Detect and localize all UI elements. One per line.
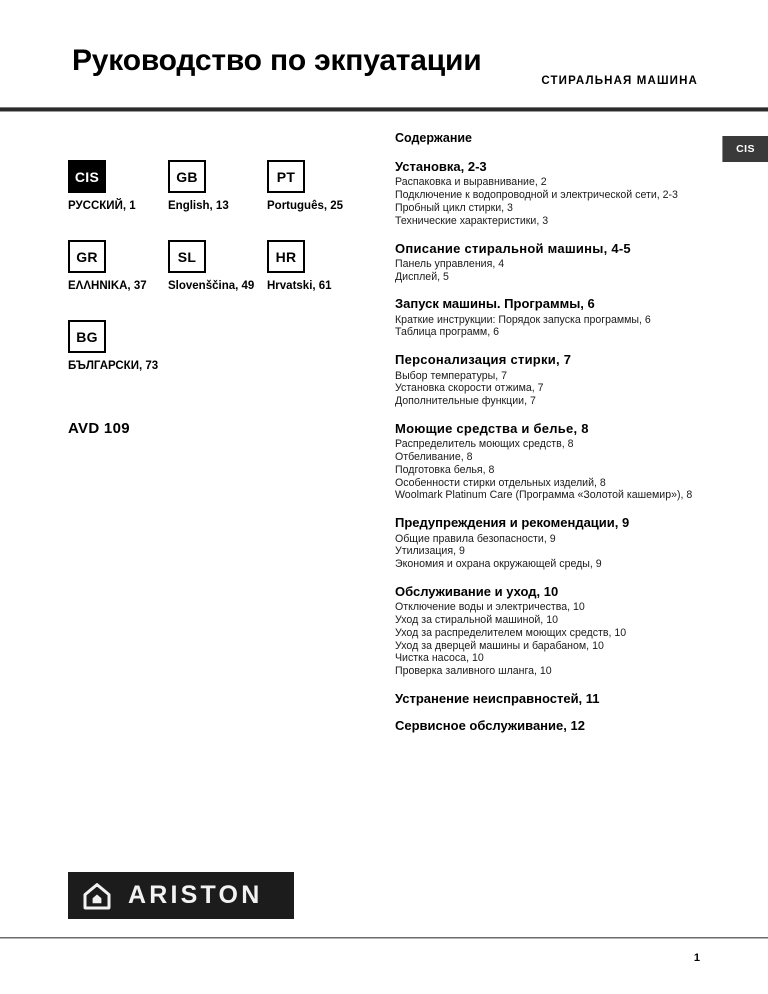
language-list: CIS РУССКИЙ, 1 GB English, 13 PT Portugu…	[68, 160, 378, 400]
toc-section-heading[interactable]: Персонализация стирки, 7	[395, 352, 705, 368]
toc-title: Содержание	[395, 131, 473, 145]
toc-section-heading[interactable]: Сервисное обслуживание, 12	[395, 718, 705, 734]
house-icon	[83, 882, 111, 909]
language-item-gb[interactable]: GB English, 13	[168, 160, 229, 212]
toc-entry[interactable]: Уход за распределителем моющих средств, …	[395, 627, 705, 640]
language-code-badge: HR	[267, 240, 305, 273]
header-divider	[0, 107, 768, 112]
language-item-pt[interactable]: PT Português, 25	[267, 160, 343, 212]
toc-entry[interactable]: Подключение к водопроводной и электричес…	[395, 189, 705, 202]
language-item-gr[interactable]: GR ΕΛΛΗΝΙΚΑ, 37	[68, 240, 147, 292]
language-name-label: БЪЛГАРСКИ, 73	[68, 360, 159, 372]
language-row: BG БЪЛГАРСКИ, 73	[68, 320, 378, 400]
toc-section-heading[interactable]: Запуск машины. Программы, 6	[395, 296, 705, 312]
toc-entry[interactable]: Панель управления, 4	[395, 258, 705, 271]
table-of-contents: Содержание Установка, 2-3 Распаковка и в…	[395, 131, 705, 746]
toc-entry[interactable]: Выбор температуры, 7	[395, 370, 705, 383]
toc-section-heading[interactable]: Предупреждения и рекомендации, 9	[395, 515, 705, 531]
toc-entry[interactable]: Экономия и охрана окружающей среды, 9	[395, 558, 705, 571]
language-code-badge: GB	[168, 160, 206, 193]
brand-name: ARISTON	[128, 881, 263, 909]
language-row: GR ΕΛΛΗΝΙΚΑ, 37 SL Slovenščina, 49 HR Hr…	[68, 240, 378, 320]
toc-entry[interactable]: Пробный цикл стирки, 3	[395, 202, 705, 215]
language-code-badge: GR	[68, 240, 106, 273]
toc-entry[interactable]: Установка скорости отжима, 7	[395, 382, 705, 395]
language-name-label: English, 13	[168, 200, 229, 212]
toc-section: Описание стиральной машины, 4-5 Панель у…	[395, 241, 705, 284]
ariston-logo: ARISTON	[68, 872, 294, 919]
toc-entry[interactable]: Проверка заливного шланга, 10	[395, 665, 705, 678]
language-name-label: Slovenščina, 49	[168, 280, 255, 292]
toc-entry[interactable]: Таблица программ, 6	[395, 326, 705, 339]
toc-section: Персонализация стирки, 7 Выбор температу…	[395, 352, 705, 408]
toc-entry[interactable]: Уход за дверцей машины и барабаном, 10	[395, 640, 705, 653]
language-code-badge: SL	[168, 240, 206, 273]
language-item-cis[interactable]: CIS РУССКИЙ, 1	[68, 160, 136, 212]
toc-section-heading[interactable]: Описание стиральной машины, 4-5	[395, 241, 705, 257]
language-name-label: ΕΛΛΗΝΙΚΑ, 37	[68, 280, 147, 292]
toc-section: Предупреждения и рекомендации, 9 Общие п…	[395, 515, 705, 571]
toc-entry[interactable]: Особенности стирки отдельных изделий, 8	[395, 477, 705, 490]
toc-section-heading[interactable]: Моющие средства и белье, 8	[395, 421, 705, 437]
language-tab-cis[interactable]: CIS	[722, 136, 768, 162]
page-number: 1	[693, 952, 700, 964]
toc-section-heading[interactable]: Установка, 2-3	[395, 159, 705, 175]
toc-entry[interactable]: Общие правила безопасности, 9	[395, 533, 705, 546]
toc-entry[interactable]: Отключение воды и электричества, 10	[395, 601, 705, 614]
toc-section-heading[interactable]: Устранение неисправностей, 11	[395, 691, 705, 707]
language-name-label: Hrvatski, 61	[267, 280, 332, 292]
model-number: AVD 109	[68, 420, 130, 437]
footer-divider	[0, 937, 768, 939]
toc-entry[interactable]: Дисплей, 5	[395, 271, 705, 284]
appliance-type-label: СТИРАЛЬНАЯ МАШИНА	[541, 75, 698, 87]
page-title: Руководство по экпуатации	[72, 44, 482, 78]
toc-entry[interactable]: Утилизация, 9	[395, 545, 705, 558]
language-code-badge: BG	[68, 320, 106, 353]
language-item-bg[interactable]: BG БЪЛГАРСКИ, 73	[68, 320, 158, 372]
language-name-label: РУССКИЙ, 1	[68, 200, 136, 212]
toc-entry[interactable]: Подготовка белья, 8	[395, 464, 705, 477]
toc-entry[interactable]: Краткие инструкции: Порядок запуска прог…	[395, 314, 705, 327]
language-item-sl[interactable]: SL Slovenščina, 49	[168, 240, 254, 292]
toc-section: Сервисное обслуживание, 12	[395, 718, 705, 734]
toc-entry[interactable]: Технические характеристики, 3	[395, 215, 705, 228]
toc-entry[interactable]: Распаковка и выравнивание, 2	[395, 176, 705, 189]
language-name-label: Português, 25	[267, 200, 344, 212]
toc-entry[interactable]: Woolmark Platinum Care (Программа «Золот…	[395, 489, 705, 502]
language-code-badge: CIS	[68, 160, 106, 193]
toc-entry[interactable]: Распределитель моющих средств, 8	[395, 438, 705, 451]
toc-section: Запуск машины. Программы, 6 Краткие инст…	[395, 296, 705, 339]
toc-section: Устранение неисправностей, 11	[395, 691, 705, 707]
toc-entry[interactable]: Дополнительные функции, 7	[395, 395, 705, 408]
language-item-hr[interactable]: HR Hrvatski, 61	[267, 240, 332, 292]
toc-entry[interactable]: Отбеливание, 8	[395, 451, 705, 464]
language-code-badge: PT	[267, 160, 305, 193]
toc-section: Обслуживание и уход, 10 Отключение воды …	[395, 584, 705, 678]
toc-entry[interactable]: Чистка насоса, 10	[395, 652, 705, 665]
toc-section: Моющие средства и белье, 8 Распределител…	[395, 421, 705, 502]
toc-section: Установка, 2-3 Распаковка и выравнивание…	[395, 159, 705, 228]
toc-entry[interactable]: Уход за стиральной машиной, 10	[395, 614, 705, 627]
language-row: CIS РУССКИЙ, 1 GB English, 13 PT Portugu…	[68, 160, 378, 240]
toc-section-heading[interactable]: Обслуживание и уход, 10	[395, 584, 705, 600]
